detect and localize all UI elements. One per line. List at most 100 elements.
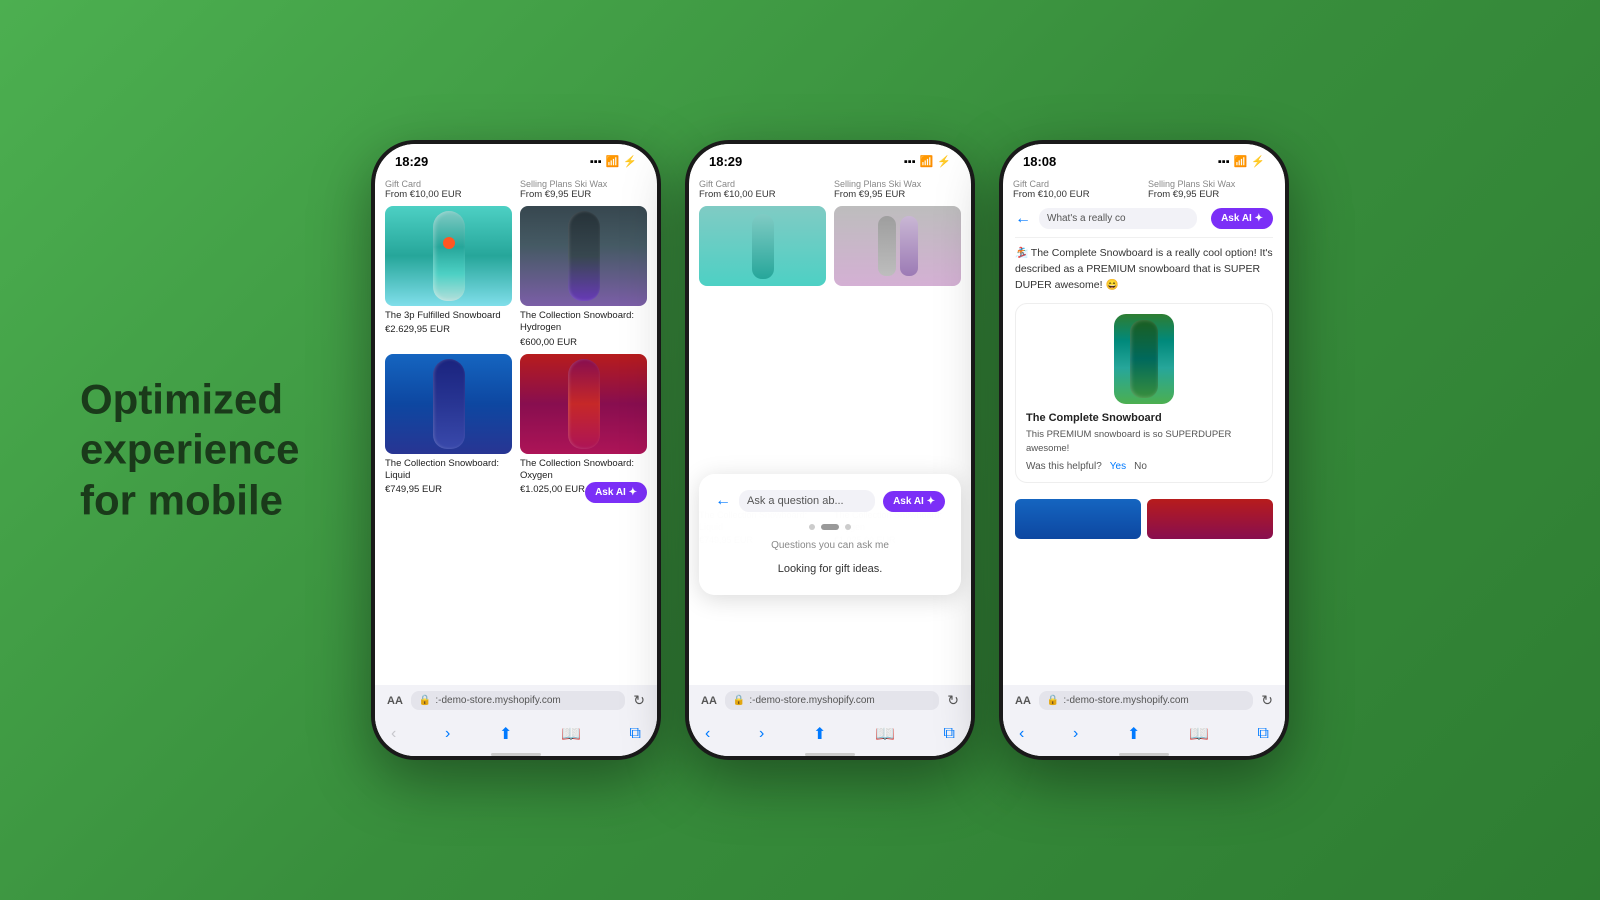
product-grid-2: ← Ask a question ab... Ask AI ✦ xyxy=(689,200,971,685)
back-icon-3[interactable]: ‹ xyxy=(1019,725,1024,743)
product-card-2-1[interactable] xyxy=(699,206,826,290)
partial-item-6: Selling Plans Ski Wax From €9,95 EUR xyxy=(1148,179,1275,200)
phone-2: 18:29 ▪▪▪ 📶 ⚡ Gift Card From €10,00 EUR … xyxy=(685,140,975,760)
partial-label-4: Selling Plans Ski Wax xyxy=(834,179,961,189)
phone-1: 18:29 ▪▪▪ 📶 ⚡ Gift Card From €10,00 EUR … xyxy=(371,140,661,760)
helpful-yes-button[interactable]: Yes xyxy=(1110,461,1126,472)
url-bar-1[interactable]: 🔒 :-demo-store.myshopify.com xyxy=(411,691,625,710)
product-image-1 xyxy=(385,206,512,306)
partial-item-3: Gift Card From €10,00 EUR xyxy=(699,179,826,200)
product-name-3: The Collection Snowboard: Liquid xyxy=(385,458,512,483)
bookmarks-icon-3[interactable]: 📖 xyxy=(1189,724,1209,744)
refresh-icon-1[interactable]: ↻ xyxy=(633,692,645,709)
product-card-2-2[interactable] xyxy=(834,206,961,290)
chat-input-field[interactable]: Ask a question ab... xyxy=(739,490,875,512)
product-name-1: The 3p Fulfilled Snowboard xyxy=(385,310,512,322)
phone-3-inner: 18:08 ▪▪▪ 📶 ⚡ Gift Card From €10,00 EUR … xyxy=(1003,144,1285,756)
url-bar-3[interactable]: 🔒 :-demo-store.myshopify.com xyxy=(1039,691,1253,710)
hero-line2: experience xyxy=(80,425,299,475)
product-card-2[interactable]: The Collection Snowboard: Hydrogen €600,… xyxy=(520,206,647,348)
partial-price-5: From €10,00 EUR xyxy=(1013,189,1140,200)
partial-top-3: Gift Card From €10,00 EUR Selling Plans … xyxy=(1003,175,1285,200)
forward-icon-3[interactable]: › xyxy=(1073,725,1078,743)
product-row-1: The 3p Fulfilled Snowboard €2.629,95 EUR… xyxy=(385,206,647,348)
share-icon-1[interactable]: ⬆ xyxy=(499,724,512,744)
refresh-icon-3[interactable]: ↻ xyxy=(1261,692,1273,709)
helpful-no-button[interactable]: No xyxy=(1134,461,1147,472)
chat-placeholder: Ask a question ab... xyxy=(747,495,844,507)
tabs-icon-2[interactable]: ⧉ xyxy=(944,725,955,743)
phone-1-inner: 18:29 ▪▪▪ 📶 ⚡ Gift Card From €10,00 EUR … xyxy=(375,144,657,756)
ai-message: 🏂 The Complete Snowboard is a really coo… xyxy=(1015,246,1273,293)
partial-price-1: From €10,00 EUR xyxy=(385,189,512,200)
ai-product-card[interactable]: The Complete Snowboard This PREMIUM snow… xyxy=(1015,303,1273,483)
product-card-3[interactable]: The Collection Snowboard: Liquid €749,95… xyxy=(385,354,512,496)
wifi-icon-3: 📶 xyxy=(1234,155,1248,168)
lock-icon-3: 🔒 xyxy=(1047,695,1059,706)
tabs-icon-1[interactable]: ⧉ xyxy=(630,725,641,743)
battery-icon-2: ⚡ xyxy=(937,155,951,168)
ai-ask-button[interactable]: Ask AI ✦ xyxy=(1211,208,1273,229)
aa-label-1: AA xyxy=(387,695,403,707)
product-row-2: The Collection Snowboard: Liquid €749,95… xyxy=(385,354,647,496)
product-card-1[interactable]: The 3p Fulfilled Snowboard €2.629,95 EUR xyxy=(385,206,512,348)
browser-bar-1: AA 🔒 :-demo-store.myshopify.com ↻ xyxy=(375,685,657,716)
back-icon-1[interactable]: ‹ xyxy=(391,725,396,743)
share-icon-2[interactable]: ⬆ xyxy=(813,724,826,744)
share-icon-3[interactable]: ⬆ xyxy=(1127,724,1140,744)
product-image-3 xyxy=(385,354,512,454)
multi-board xyxy=(878,216,918,276)
ai-ask-label: Ask AI ✦ xyxy=(1221,213,1263,224)
phone-3: 18:08 ▪▪▪ 📶 ⚡ Gift Card From €10,00 EUR … xyxy=(999,140,1289,760)
battery-icon: ⚡ xyxy=(623,155,637,168)
chat-ask-ai-label: Ask AI ✦ xyxy=(893,496,935,507)
lock-icon-1: 🔒 xyxy=(419,695,431,706)
back-icon-2[interactable]: ‹ xyxy=(705,725,710,743)
snowboard-2-1 xyxy=(752,214,774,279)
ai-input-field[interactable]: What's a really co xyxy=(1039,208,1197,229)
product-image-2-2 xyxy=(834,206,961,286)
snowboard-4 xyxy=(568,359,600,449)
wifi-icon: 📶 xyxy=(606,155,620,168)
status-icons-2: ▪▪▪ 📶 ⚡ xyxy=(904,155,951,168)
ai-input-text: What's a really co xyxy=(1047,213,1126,224)
signal-icon: ▪▪▪ xyxy=(590,156,602,168)
product-image-4 xyxy=(520,354,647,454)
bookmarks-icon-2[interactable]: 📖 xyxy=(875,724,895,744)
status-bar-2: 18:29 ▪▪▪ 📶 ⚡ xyxy=(689,144,971,175)
bookmarks-icon-1[interactable]: 📖 xyxy=(561,724,581,744)
product-card-4[interactable]: The Collection Snowboard: Oxygen €1.025,… xyxy=(520,354,647,496)
product-price-1: €2.629,95 EUR xyxy=(385,324,512,335)
chat-ask-ai-button[interactable]: Ask AI ✦ xyxy=(883,491,945,512)
battery-icon-3: ⚡ xyxy=(1251,155,1265,168)
hero-line3: for mobile xyxy=(80,475,299,525)
url-bar-2[interactable]: 🔒 :-demo-store.myshopify.com xyxy=(725,691,939,710)
product-name-2: The Collection Snowboard: Hydrogen xyxy=(520,310,647,335)
ai-product-desc: This PREMIUM snowboard is so SUPERDUPER … xyxy=(1026,428,1262,455)
refresh-icon-2[interactable]: ↻ xyxy=(947,692,959,709)
ask-ai-button-1[interactable]: Ask AI ✦ xyxy=(585,482,647,503)
partial-price-4: From €9,95 EUR xyxy=(834,189,961,200)
page-container: Optimized experience for mobile 18:29 ▪▪… xyxy=(0,0,1600,900)
chat-suggestion-item[interactable]: Looking for gift ideas. xyxy=(715,559,945,579)
forward-icon-1[interactable]: › xyxy=(445,725,450,743)
home-bar-2 xyxy=(805,753,855,756)
partial-label-5: Gift Card xyxy=(1013,179,1140,189)
nav-bar-1: ‹ › ⬆ 📖 ⧉ xyxy=(375,716,657,752)
forward-icon-2[interactable]: › xyxy=(759,725,764,743)
ai-back-button[interactable]: ← xyxy=(1015,210,1031,228)
aa-label-2: AA xyxy=(701,695,717,707)
chat-back-button[interactable]: ← xyxy=(715,492,731,510)
url-text-2: :-demo-store.myshopify.com xyxy=(749,695,874,706)
ai-header: ← What's a really co Ask AI ✦ xyxy=(1015,200,1273,238)
home-bar-1 xyxy=(491,753,541,756)
page-indicators xyxy=(715,524,945,530)
tabs-icon-3[interactable]: ⧉ xyxy=(1258,725,1269,743)
partial-top-2: Gift Card From €10,00 EUR Selling Plans … xyxy=(689,175,971,200)
home-bar-3 xyxy=(1119,753,1169,756)
ai-chat-overlay: ← Ask a question ab... Ask AI ✦ xyxy=(699,474,961,595)
status-bar-1: 18:29 ▪▪▪ 📶 ⚡ xyxy=(375,144,657,175)
partial-label-2: Selling Plans Ski Wax xyxy=(520,179,647,189)
hero-line1: Optimized xyxy=(80,374,299,424)
nav-bar-3: ‹ › ⬆ 📖 ⧉ xyxy=(1003,716,1285,752)
